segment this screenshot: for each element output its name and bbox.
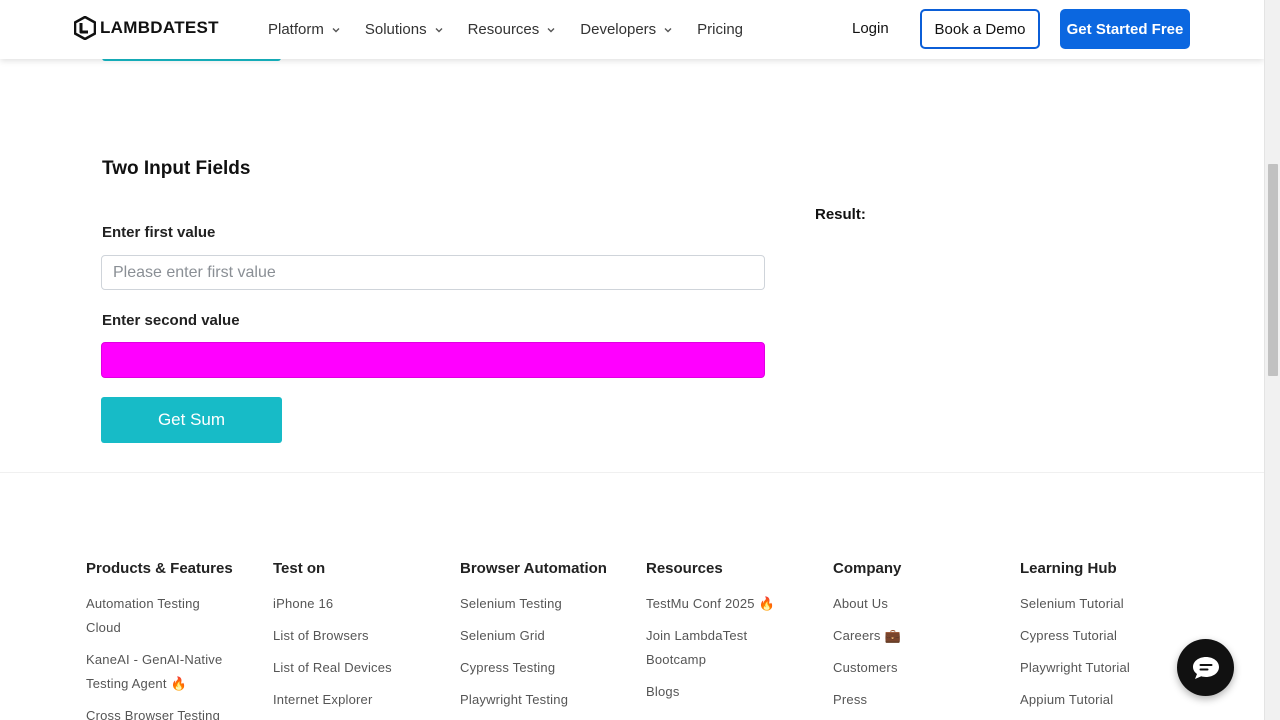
nav-solutions-label: Solutions bbox=[364, 21, 427, 38]
first-value-label: Enter first value bbox=[102, 224, 216, 241]
second-value-label: Enter second value bbox=[102, 312, 240, 329]
page-scrollbar[interactable] bbox=[1264, 0, 1280, 720]
footer-heading: Test on bbox=[273, 560, 326, 577]
footer-heading: Products & Features bbox=[86, 560, 233, 577]
footer-link[interactable]: About Us bbox=[833, 592, 1003, 616]
footer-link[interactable]: List of Browsers bbox=[273, 624, 443, 648]
first-value-input[interactable] bbox=[101, 255, 765, 290]
nav-pricing[interactable]: Pricing bbox=[697, 21, 743, 38]
nav-developers[interactable]: Developers bbox=[580, 21, 673, 38]
footer-link[interactable]: Cross Browser Testing bbox=[86, 704, 236, 720]
nav-platform[interactable]: Platform bbox=[268, 21, 341, 38]
nav-resources[interactable]: Resources bbox=[468, 21, 557, 38]
chat-widget-button[interactable] bbox=[1177, 639, 1234, 696]
logo-text: LAMBDATEST bbox=[100, 18, 219, 37]
footer-column-learning-hub: Learning Hub Selenium Tutorial Cypress T… bbox=[1020, 560, 1190, 720]
footer-link[interactable]: TestMu Conf 2025 🔥 bbox=[646, 592, 816, 616]
footer-link[interactable]: Cypress Testing bbox=[460, 656, 630, 680]
footer-link[interactable]: Selenium Grid bbox=[460, 624, 630, 648]
footer-heading: Browser Automation bbox=[460, 560, 607, 577]
footer-link[interactable]: Internet Explorer bbox=[273, 688, 443, 712]
footer-link[interactable]: KaneAI - GenAI-Native Testing Agent 🔥 bbox=[86, 648, 236, 696]
footer-column-browser-automation: Browser Automation Selenium Testing Sele… bbox=[460, 560, 630, 720]
scrollbar-thumb[interactable] bbox=[1268, 164, 1278, 376]
footer-link[interactable]: Customers bbox=[833, 656, 1003, 680]
footer-link[interactable]: Playwright Tutorial bbox=[1020, 656, 1190, 680]
chevron-down-icon bbox=[547, 27, 555, 32]
footer-link[interactable]: Cypress Tutorial bbox=[1020, 624, 1190, 648]
site-header: LAMBDATEST Platform Solutions Resources … bbox=[0, 0, 1264, 59]
footer-link[interactable]: Selenium Testing bbox=[460, 592, 630, 616]
main-nav: Platform Solutions Resources Developers … bbox=[268, 0, 743, 59]
footer-column-test-on: Test on iPhone 16 List of Browsers List … bbox=[273, 560, 443, 720]
nav-platform-label: Platform bbox=[268, 21, 324, 38]
footer-link[interactable]: List of Real Devices bbox=[273, 656, 443, 680]
footer-link[interactable]: Careers 💼 bbox=[833, 624, 1003, 648]
footer-column-company: Company About Us Careers 💼 Customers Pre… bbox=[833, 560, 1003, 720]
footer-link[interactable]: Appium Tutorial bbox=[1020, 688, 1190, 712]
result-label: Result: bbox=[815, 206, 866, 223]
lambdatest-logo[interactable]: LAMBDATEST bbox=[74, 16, 219, 40]
nav-developers-label: Developers bbox=[580, 21, 657, 38]
book-demo-button[interactable]: Book a Demo bbox=[920, 9, 1040, 49]
footer-link[interactable]: Press bbox=[833, 688, 1003, 712]
footer-link[interactable]: Join LambdaTest Bootcamp bbox=[646, 624, 766, 672]
footer-link[interactable]: iPhone 16 bbox=[273, 592, 443, 616]
footer-link[interactable]: Playwright Testing bbox=[460, 688, 630, 712]
login-link[interactable]: Login bbox=[852, 20, 889, 37]
chevron-down-icon bbox=[664, 27, 672, 32]
footer-link[interactable]: Selenium Tutorial bbox=[1020, 592, 1190, 616]
footer-heading: Resources bbox=[646, 560, 723, 577]
nav-resources-label: Resources bbox=[467, 21, 540, 38]
footer-heading: Learning Hub bbox=[1020, 560, 1117, 577]
get-sum-button[interactable]: Get Sum bbox=[101, 397, 282, 443]
section-title: Two Input Fields bbox=[102, 158, 251, 179]
footer-link[interactable]: Automation Testing Cloud bbox=[86, 592, 236, 640]
section-divider bbox=[0, 472, 1264, 473]
chevron-down-icon bbox=[332, 27, 340, 32]
nav-solutions[interactable]: Solutions bbox=[365, 21, 444, 38]
footer-column-resources: Resources TestMu Conf 2025 🔥 Join Lambda… bbox=[646, 560, 816, 712]
footer-column-products: Products & Features Automation Testing C… bbox=[86, 560, 256, 720]
nav-pricing-label: Pricing bbox=[697, 21, 744, 38]
footer-link[interactable]: Blogs bbox=[646, 680, 816, 704]
get-started-button[interactable]: Get Started Free bbox=[1060, 9, 1190, 49]
chat-bubble-icon bbox=[1192, 656, 1219, 679]
lambdatest-logo-icon bbox=[74, 16, 96, 40]
second-value-input[interactable] bbox=[101, 342, 765, 378]
chevron-down-icon bbox=[435, 27, 443, 32]
footer-heading: Company bbox=[833, 560, 902, 577]
